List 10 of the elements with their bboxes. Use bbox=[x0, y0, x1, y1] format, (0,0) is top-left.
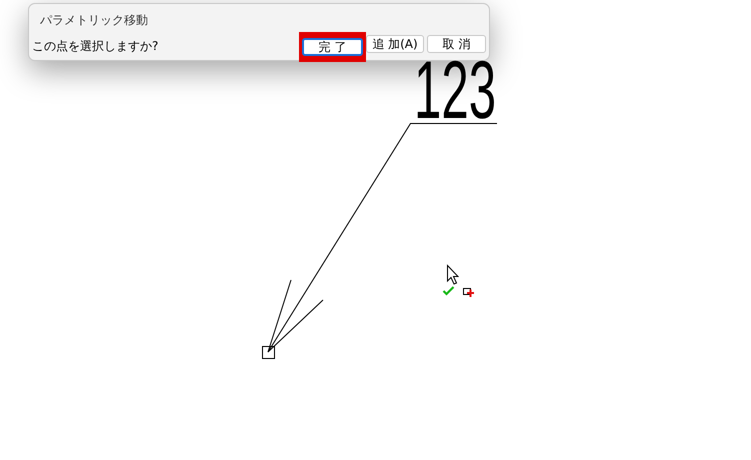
point-marker bbox=[262, 346, 275, 359]
prompt-text: この点を選択しますか? bbox=[32, 38, 158, 55]
annotation-text: 123 bbox=[414, 61, 496, 120]
dialog-button[interactable]: 完 了 bbox=[302, 38, 363, 56]
window-title: パラメトリック移動 bbox=[40, 12, 148, 29]
cursor-icon bbox=[447, 264, 460, 285]
add-point-icon bbox=[463, 288, 475, 298]
dialog-button[interactable]: 取 消 bbox=[427, 35, 486, 53]
checkmark-icon bbox=[442, 286, 454, 296]
dialog-button[interactable]: 追 加(A) bbox=[366, 35, 424, 53]
